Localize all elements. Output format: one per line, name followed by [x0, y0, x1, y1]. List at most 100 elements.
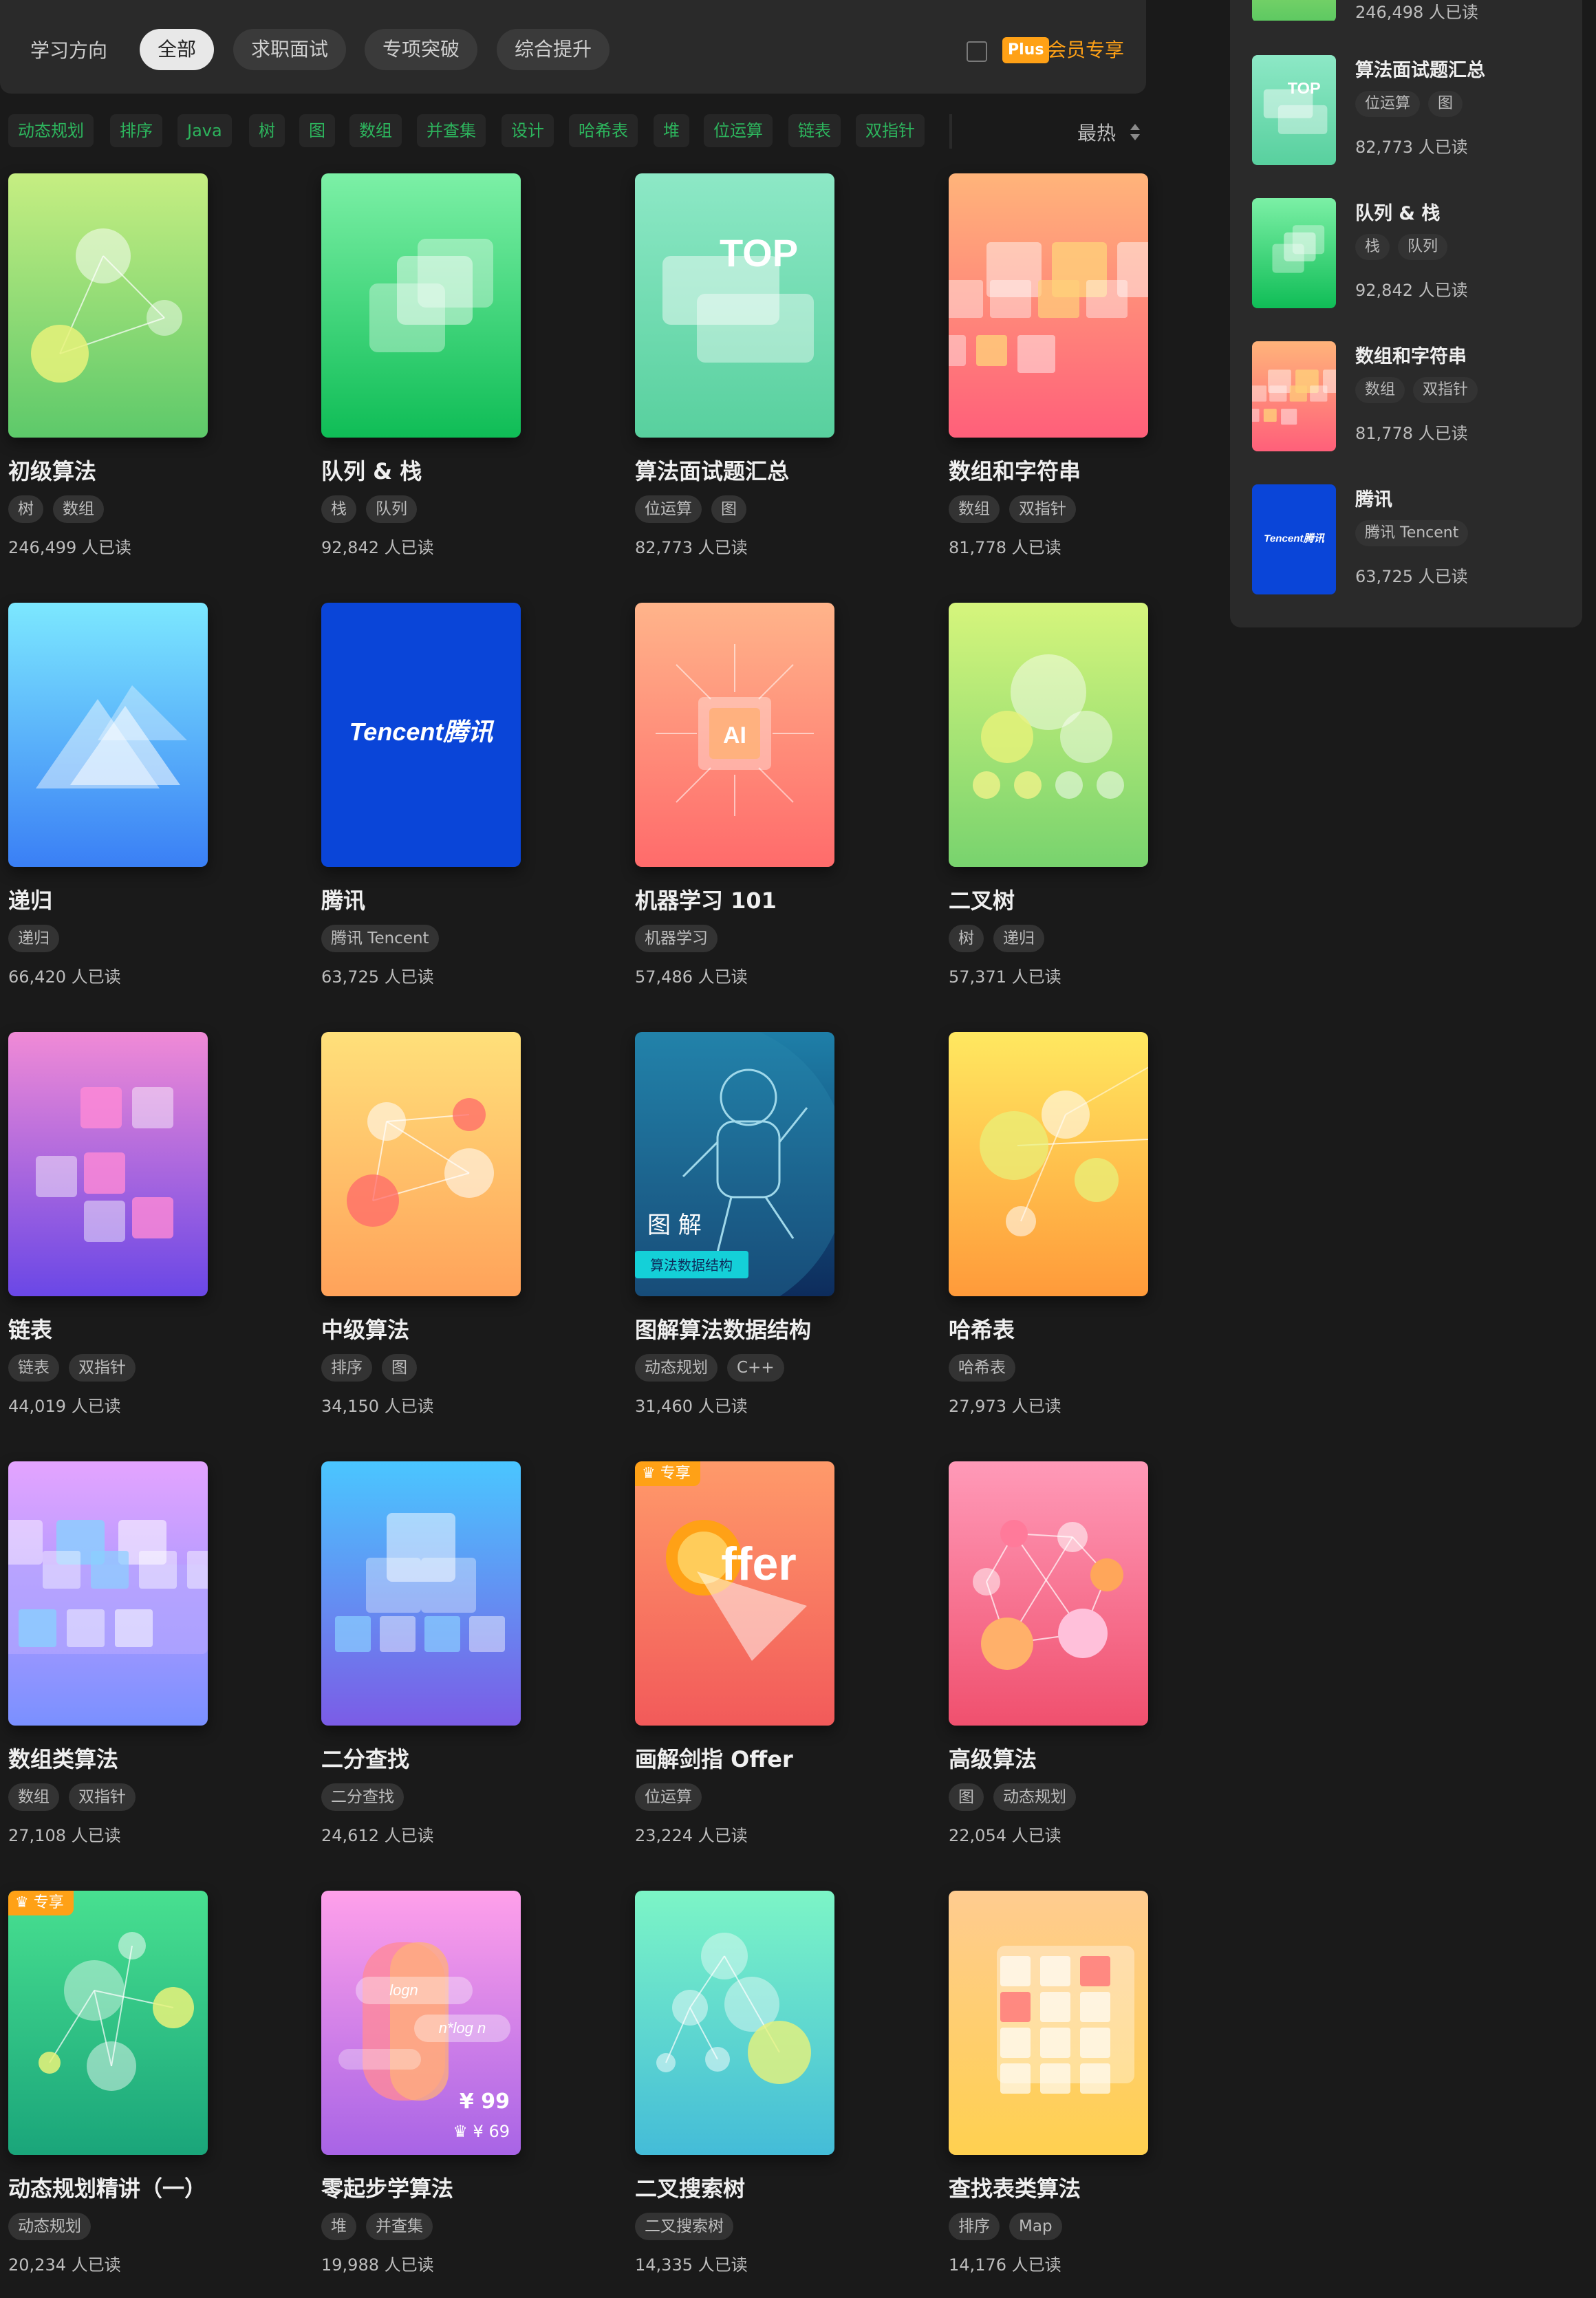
course-card[interactable]: Tencent腾讯 腾讯 腾讯 Tencent 63,725 人已读	[321, 603, 596, 1009]
course-title[interactable]: 数组和字符串	[949, 454, 1081, 486]
course-card[interactable]: 哈希表 哈希表 27,973 人已读	[949, 1032, 1224, 1438]
sort-icon[interactable]	[1128, 121, 1142, 143]
course-title[interactable]: 腾讯	[321, 883, 365, 915]
course-card[interactable]: 链表 链表 双指针 44,019 人已读	[8, 1032, 283, 1438]
course-cover[interactable]	[8, 603, 208, 867]
course-cover[interactable]: logn n*log n ¥ 99 ♛ ¥ 69	[321, 1891, 521, 2155]
course-tag[interactable]: 动态规划	[635, 1354, 718, 1382]
course-tag[interactable]: 树	[949, 925, 984, 952]
course-tag[interactable]: 数组	[53, 495, 104, 523]
course-cover[interactable]	[321, 1032, 521, 1296]
course-tag[interactable]: C++	[727, 1354, 784, 1382]
course-card[interactable]: ffer ♛ 专享 画解剑指 Offer 位运算 23,224 人已读	[635, 1461, 910, 1867]
course-card[interactable]: AI 机器学习 101 机器学习 57,486 人已读	[635, 603, 910, 1009]
tag-filter-6[interactable]: 并查集	[417, 114, 486, 147]
side-item[interactable]: Tencent腾讯 腾讯 腾讯 Tencent 63,725 人已读	[1252, 484, 1568, 608]
course-tag[interactable]: 二叉搜索树	[635, 2213, 733, 2240]
course-card[interactable]: 高级算法图动态规划 22,054 人已读	[949, 1461, 1224, 1867]
tag-filter-8[interactable]: 哈希表	[569, 114, 638, 147]
plus-only-label[interactable]: 会员专享	[1047, 37, 1124, 63]
tag-filter-0[interactable]: 动态规划	[8, 114, 94, 147]
course-title[interactable]: 数组类算法	[8, 1742, 118, 1774]
course-tag[interactable]: 双指针	[1009, 495, 1076, 523]
course-cover[interactable]	[8, 1461, 208, 1726]
side-item[interactable]: 队列 & 栈栈队列 92,842 人已读	[1252, 198, 1568, 322]
course-tag[interactable]: 数组	[949, 495, 1000, 523]
course-card[interactable]: 二分查找 二分查找 24,612 人已读	[321, 1461, 596, 1867]
filter-pill-special[interactable]: 专项突破	[365, 29, 478, 70]
course-cover[interactable]: ♛ 专享	[8, 1891, 208, 2155]
filter-pill-all[interactable]: 全部	[140, 29, 215, 70]
course-tag[interactable]: 腾讯 Tencent	[321, 925, 439, 952]
side-tag[interactable]: 队列	[1398, 234, 1448, 260]
course-tag[interactable]: 双指针	[69, 1354, 136, 1382]
course-tag[interactable]: 排序	[949, 2213, 1000, 2240]
course-title[interactable]: 二分查找	[321, 1742, 409, 1774]
course-card[interactable]: logn n*log n ¥ 99 ♛ ¥ 69 零起步学算法堆并查集 19,988 …	[321, 1891, 596, 2297]
course-cover[interactable]	[8, 173, 208, 438]
course-tag[interactable]: 哈希表	[949, 1354, 1015, 1382]
course-cover[interactable]	[949, 603, 1148, 867]
side-item-title[interactable]: 算法面试题汇总	[1355, 55, 1485, 82]
course-tag[interactable]: 双指针	[69, 1783, 136, 1811]
filter-pill-interview[interactable]: 求职面试	[233, 29, 347, 70]
course-card[interactable]: 初级算法树数组 246,499 人已读	[8, 173, 283, 579]
course-tag[interactable]: 二分查找	[321, 1783, 404, 1811]
course-title[interactable]: 画解剑指 Offer	[635, 1742, 793, 1774]
course-cover[interactable]: 图 解 算法数据结构	[635, 1032, 834, 1296]
course-tag[interactable]: 队列	[366, 495, 417, 523]
course-title[interactable]: 高级算法	[949, 1742, 1037, 1774]
course-cover[interactable]: AI	[635, 603, 834, 867]
course-cover[interactable]	[321, 173, 521, 438]
course-cover[interactable]	[949, 173, 1148, 438]
side-tag[interactable]: 栈	[1355, 234, 1390, 260]
course-cover[interactable]	[949, 1891, 1148, 2155]
tag-filter-11[interactable]: 链表	[788, 114, 841, 147]
course-tag[interactable]: 图	[711, 495, 746, 523]
course-title[interactable]: 查找表类算法	[949, 2171, 1081, 2203]
course-tag[interactable]: 位运算	[635, 1783, 702, 1811]
side-item[interactable]: 数组和字符串 数组 双指针 81,778 人已读	[1252, 341, 1568, 465]
course-tag[interactable]: 图	[382, 1354, 417, 1382]
tag-filter-5[interactable]: 数组	[349, 114, 402, 147]
course-tag[interactable]: 树	[8, 495, 43, 523]
side-item-title[interactable]: 数组和字符串	[1355, 341, 1467, 368]
tag-filter-4[interactable]: 图	[299, 114, 335, 147]
course-title[interactable]: 递归	[8, 883, 52, 915]
course-card[interactable]: 数组类算法 数组 双指针 27,108 人已读	[8, 1461, 283, 1867]
course-card[interactable]: TOP 算法面试题汇总 位运算图 82,773 人已读	[635, 173, 910, 579]
course-tag[interactable]: 图	[949, 1783, 984, 1811]
course-cover[interactable]	[321, 1461, 521, 1726]
course-card[interactable]: 递归 递归 66,420 人已读	[8, 603, 283, 1009]
course-tag[interactable]: 机器学习	[635, 925, 718, 952]
tag-filter-10[interactable]: 位运算	[704, 114, 773, 147]
side-tag[interactable]: 图	[1428, 91, 1463, 117]
course-card[interactable]: 二叉树树递归 57,371 人已读	[949, 603, 1224, 1009]
side-tag[interactable]: 腾讯 Tencent	[1355, 520, 1469, 546]
course-title[interactable]: 链表	[8, 1313, 52, 1344]
side-item-title[interactable]: 腾讯	[1355, 484, 1392, 511]
course-cover[interactable]: Tencent腾讯	[321, 603, 521, 867]
side-tag[interactable]: 位运算	[1355, 91, 1421, 117]
filter-pill-improve[interactable]: 综合提升	[497, 29, 610, 70]
side-tag[interactable]: 数组	[1355, 377, 1405, 403]
course-title[interactable]: 二叉搜索树	[635, 2171, 745, 2203]
course-card[interactable]: 数组和字符串 数组 双指针 81,778 人已读	[949, 173, 1224, 579]
tag-filter-12[interactable]: 双指针	[856, 114, 925, 147]
course-card[interactable]: 查找表类算法 排序 Map 14,176 人已读	[949, 1891, 1224, 2297]
course-card[interactable]: 图 解 算法数据结构 图解算法数据结构 动态规划 C++ 31,460 人已读	[635, 1032, 910, 1438]
side-item-title[interactable]: 队列 & 栈	[1355, 198, 1440, 225]
course-title[interactable]: 哈希表	[949, 1313, 1015, 1344]
tag-filter-3[interactable]: 树	[249, 114, 285, 147]
course-title[interactable]: 初级算法	[8, 454, 96, 486]
course-card[interactable]: 队列 & 栈栈队列 92,842 人已读	[321, 173, 596, 579]
plus-only-checkbox[interactable]	[967, 41, 987, 62]
tag-filter-2[interactable]: Java	[177, 114, 232, 147]
course-tag[interactable]: Map	[1009, 2213, 1062, 2240]
side-item[interactable]: TOP 算法面试题汇总 位运算图 82,773 人已读	[1252, 55, 1568, 179]
course-tag[interactable]: 并查集	[366, 2213, 433, 2240]
course-card[interactable]: ♛ 专享 动态规划精讲（一） 动态规划 20,234 人已读	[8, 1891, 283, 2297]
course-tag[interactable]: 数组	[8, 1783, 59, 1811]
course-card[interactable]: 二叉搜索树 二叉搜索树 14,335 人已读	[635, 1891, 910, 2297]
side-tag[interactable]: 双指针	[1413, 377, 1478, 403]
